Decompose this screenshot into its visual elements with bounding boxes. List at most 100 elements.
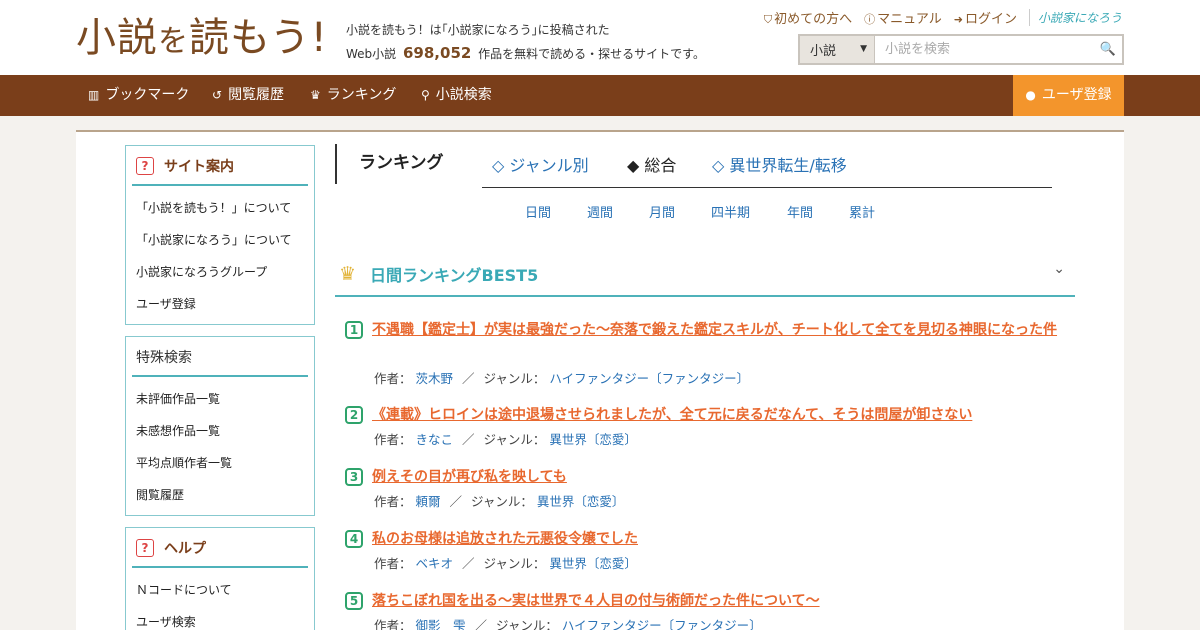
sidebar-item-unrated[interactable]: 未評価作品一覧 xyxy=(136,385,304,417)
meta-separator: ／ xyxy=(462,556,475,571)
chevron-down-icon[interactable]: ⌄ xyxy=(1053,261,1065,277)
top-links: ⛉ 初めての方へ ⓘ マニュアル ➜ ログイン 小説家になろう xyxy=(764,8,1122,27)
ranking-title: ランキング xyxy=(335,144,444,184)
search-category-select[interactable]: 小説 ▼ xyxy=(800,36,875,63)
author-label: 作者： xyxy=(374,556,412,571)
daily-ranking-section-header[interactable]: ♛ 日間ランキングBEST5 ⌄ xyxy=(335,256,1075,297)
genre-link[interactable]: 異世界〔恋愛〕 xyxy=(549,432,637,447)
tagline-line1: 小説を読もう！は｢小説家になろう｣に投稿された xyxy=(346,23,610,37)
sidebar-item-user-search[interactable]: ユーザ検索 xyxy=(136,608,304,630)
period-total[interactable]: 累計 xyxy=(849,202,875,221)
nav-bookmark-label: ブックマーク xyxy=(105,87,190,103)
rank-badge: 3 xyxy=(345,468,363,486)
author-label: 作者： xyxy=(374,494,412,509)
tagline-suffix: 作品を無料で読める・探せるサイトです。 xyxy=(478,47,705,61)
ranking-entry: 5 落ちこぼれ国を出る〜実は世界で４人目の付与術師だった件について〜 作者： 御… xyxy=(345,589,1067,630)
sidebar-item-narou-group[interactable]: 小説家になろうグループ xyxy=(136,258,304,290)
genre-link[interactable]: 異世界〔恋愛〕 xyxy=(537,494,625,509)
meta-separator: ／ xyxy=(474,618,488,630)
search-button[interactable]: 🔍 xyxy=(1094,36,1122,63)
register-button[interactable]: ● ユーザ登録 xyxy=(1013,75,1124,116)
genre-link[interactable]: ハイファンタジー〔ファンタジー〕 xyxy=(549,371,749,386)
first-time-label: 初めての方へ xyxy=(774,12,853,27)
site-tagline: 小説を読もう！は｢小説家になろう｣に投稿された Web小説 698,052 作品… xyxy=(346,19,705,66)
meta-separator: ／ xyxy=(449,494,463,509)
site-guide-title: サイト案内 xyxy=(164,159,234,175)
nav-search[interactable]: ⚲ 小説検索 xyxy=(421,75,492,116)
author-link[interactable]: 御影 雫 xyxy=(416,618,466,630)
help-title: ヘルプ xyxy=(164,541,206,557)
site-logo[interactable]: 小説を読もう! xyxy=(76,14,328,66)
sidebar-site-guide: ? サイト案内 「小説を読もう！」について 「小説家になろう」について 小説家にな… xyxy=(125,145,315,325)
genre-label: ジャンル： xyxy=(483,432,546,447)
logo-small: を xyxy=(158,24,189,59)
section-title: 日間ランキングBEST5 xyxy=(370,266,539,285)
period-weekly[interactable]: 週間 xyxy=(587,202,613,221)
sidebar-item-user-register[interactable]: ユーザ登録 xyxy=(136,290,304,322)
novel-title-link[interactable]: 例えその目が再び私を映しても xyxy=(372,465,1067,489)
sidebar-item-no-reviews[interactable]: 未感想作品一覧 xyxy=(136,417,304,449)
nav-history-label: 閲覧履歴 xyxy=(228,87,285,103)
author-link[interactable]: きなこ xyxy=(416,432,454,447)
manual-link[interactable]: ⓘ マニュアル xyxy=(864,8,942,27)
novel-title-link[interactable]: 私のお母様は追放された元悪役令嬢でした xyxy=(372,527,1067,551)
search-icon: ⚲ xyxy=(421,88,430,102)
crown-icon: ♛ xyxy=(310,88,321,102)
manual-label: マニュアル xyxy=(877,12,942,27)
search-input[interactable] xyxy=(875,36,1094,63)
main-panel: ? サイト案内 「小説を読もう！」について 「小説家になろう」について 小説家にな… xyxy=(76,130,1124,630)
sidebar-item-history[interactable]: 閲覧履歴 xyxy=(136,481,304,513)
author-link[interactable]: 頼爾 xyxy=(416,494,441,509)
search-category-value: 小説 xyxy=(810,44,837,59)
special-search-heading: 特殊検索 xyxy=(132,337,308,377)
narou-brand-link[interactable]: 小説家になろう xyxy=(1028,9,1122,26)
nav-ranking[interactable]: ♛ ランキング xyxy=(310,75,396,116)
period-quarterly[interactable]: 四半期 xyxy=(711,202,750,221)
ranking-entry: 4 私のお母様は追放された元悪役令嬢でした 作者： ベキオ ／ ジャンル： 異世… xyxy=(345,527,1067,577)
period-monthly[interactable]: 月間 xyxy=(649,202,675,221)
sidebar-special-search: 特殊検索 未評価作品一覧 未感想作品一覧 平均点順作者一覧 閲覧履歴 xyxy=(125,336,315,516)
genre-label: ジャンル： xyxy=(471,494,533,509)
help-heading: ? ヘルプ xyxy=(132,528,308,568)
search-bar: 小説 ▼ 🔍 xyxy=(798,34,1124,65)
author-label: 作者： xyxy=(374,432,412,447)
genre-link[interactable]: ハイファンタジー〔ファンタジー〕 xyxy=(562,618,762,630)
ranking-entry: 1 不遇職【鑑定士】が実は最強だった〜奈落で鍛えた鑑定スキルが、チート化して全て… xyxy=(345,318,1067,390)
nav-history[interactable]: ↺ 閲覧履歴 xyxy=(212,75,284,116)
nav-bookmark[interactable]: ▥ ブックマーク xyxy=(88,75,189,116)
rank-badge: 2 xyxy=(345,406,363,424)
tab-genre[interactable]: ◇ ジャンル別 xyxy=(492,152,589,176)
search-icon: 🔍 xyxy=(1099,42,1117,57)
tab-divider xyxy=(482,187,1052,188)
author-link[interactable]: ベキオ xyxy=(416,556,454,571)
sidebar-item-ncode[interactable]: Ｎコードについて xyxy=(136,576,304,608)
author-label: 作者： xyxy=(374,618,412,630)
first-time-link[interactable]: ⛉ 初めての方へ xyxy=(764,8,852,27)
novel-title-link[interactable]: 不遇職【鑑定士】が実は最強だった〜奈落で鍛えた鑑定スキルが、チート化して全てを見… xyxy=(372,318,1067,342)
genre-label: ジャンル： xyxy=(483,371,546,386)
author-link[interactable]: 茨木野 xyxy=(416,371,454,386)
entry-meta: 作者： 頼爾 ／ ジャンル： 異世界〔恋愛〕 xyxy=(374,491,624,510)
novel-title-link[interactable]: 《連載》ヒロインは途中退場させられましたが、全て元に戻るだなんて、そうは問屋が卸… xyxy=(372,403,1067,427)
period-yearly[interactable]: 年間 xyxy=(787,202,813,221)
sidebar-item-about-yomou[interactable]: 「小説を読もう！」について xyxy=(136,194,304,226)
meta-separator: ／ xyxy=(462,432,475,447)
login-link[interactable]: ➜ ログイン xyxy=(954,8,1017,27)
history-icon: ↺ xyxy=(212,88,223,102)
author-label: 作者： xyxy=(374,371,412,386)
period-daily[interactable]: 日間 xyxy=(525,202,551,221)
sidebar-item-about-narou[interactable]: 「小説家になろう」について xyxy=(136,226,304,258)
novel-title-link[interactable]: 落ちこぼれ国を出る〜実は世界で４人目の付与術師だった件について〜 xyxy=(372,589,1067,613)
tab-overall[interactable]: ◆ 総合 xyxy=(627,152,676,176)
meta-separator: ／ xyxy=(462,371,475,386)
bookmark-icon: ▥ xyxy=(88,88,100,102)
genre-label: ジャンル： xyxy=(483,556,546,571)
nav-ranking-label: ランキング xyxy=(326,87,397,103)
shield-icon: ⛉ xyxy=(763,13,773,26)
question-icon: ? xyxy=(136,157,154,175)
rank-badge: 5 xyxy=(345,592,363,610)
question-icon: ? xyxy=(136,539,154,557)
sidebar-item-avg-score-authors[interactable]: 平均点順作者一覧 xyxy=(136,449,304,481)
genre-link[interactable]: 異世界〔恋愛〕 xyxy=(549,556,637,571)
tab-isekai[interactable]: ◇ 異世界転生/転移 xyxy=(712,152,847,176)
